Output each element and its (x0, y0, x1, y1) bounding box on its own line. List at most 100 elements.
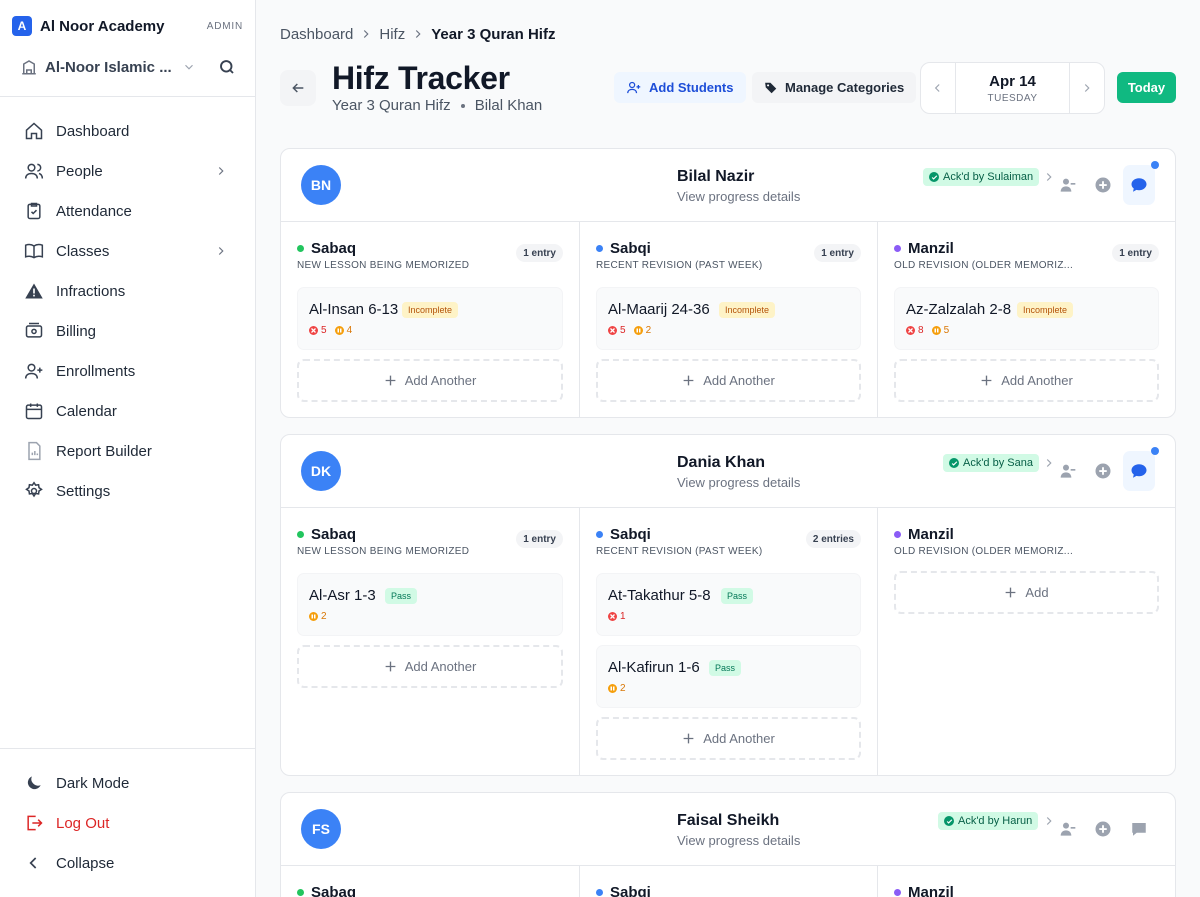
today-button[interactable]: Today (1117, 72, 1176, 103)
date-value: Apr 14 (989, 72, 1036, 90)
book-icon (24, 243, 44, 259)
category-column-sabqi: Sabqi RECENT REVISION (PAST WEEK) 1 entr… (579, 222, 877, 417)
view-progress-link[interactable]: View progress details (677, 189, 800, 204)
building-icon (22, 60, 36, 75)
comments-button[interactable] (1123, 165, 1155, 205)
sidebar-item-attendance[interactable]: Attendance (0, 191, 256, 231)
next-day-button[interactable] (1070, 63, 1104, 113)
sidebar-item-label: Dashboard (56, 122, 130, 140)
add-entry-button[interactable]: Add Another (596, 359, 861, 402)
chevron-right-icon[interactable] (1042, 170, 1056, 184)
user-minus-icon[interactable] (1059, 463, 1077, 479)
add-entry-button[interactable]: Add Another (894, 359, 1159, 402)
add-entry-button[interactable]: Add Another (596, 717, 861, 760)
user-minus-icon[interactable] (1059, 821, 1077, 837)
category-description: NEW LESSON BEING MEMORIZED (297, 260, 470, 271)
chevron-right-icon (416, 30, 421, 38)
sidebar-item-calendar[interactable]: Calendar (0, 391, 256, 431)
entry-count-badge: 1 entry (516, 244, 563, 262)
category-columns: Sabaq Sabqi Manzil (281, 866, 1175, 897)
student-name[interactable]: Bilal Nazir (677, 168, 754, 186)
entry-card[interactable]: Al-Kafirun 1-6 Pass 2 (596, 645, 861, 708)
plus-icon (683, 375, 694, 386)
entry-card[interactable]: Al-Insan 6-13 Incomplete 5 4 (297, 287, 563, 350)
category-column-sabaq: Sabaq NEW LESSON BEING MEMORIZED 1 entry… (281, 222, 579, 417)
separator-dot (460, 103, 465, 108)
entry-title: Al-Kafirun 1-6 (608, 659, 700, 676)
sidebar-item-report-builder[interactable]: Report Builder (0, 431, 256, 471)
collapse-button[interactable]: Collapse (0, 843, 256, 883)
sidebar-item-infractions[interactable]: Infractions (0, 271, 256, 311)
entry-card[interactable]: Az-Zalzalah 2-8 Incomplete 8 5 (894, 287, 1159, 350)
ack-label: Ack'd by Harun (958, 815, 1033, 827)
ack-badge: Ack'd by Harun (938, 812, 1039, 830)
dark-mode-label: Dark Mode (56, 774, 130, 792)
entry-metrics: 5 2 (608, 325, 651, 336)
category-title: Sabqi (610, 240, 651, 257)
entry-metrics: 5 4 (309, 325, 352, 336)
sidebar-item-label: Attendance (56, 202, 132, 220)
add-entry-button[interactable]: Add Another (297, 645, 563, 688)
view-progress-link[interactable]: View progress details (677, 833, 800, 848)
ack-label: Ack'd by Sana (963, 457, 1033, 469)
user-minus-icon[interactable] (1059, 177, 1077, 193)
errors-count: 8 (906, 325, 924, 336)
category-columns: Sabaq NEW LESSON BEING MEMORIZED 1 entry… (281, 508, 1175, 775)
sidebar-item-label: Report Builder (56, 442, 152, 460)
comments-button[interactable] (1123, 451, 1155, 491)
arrow-left-icon (292, 83, 304, 93)
org-selector[interactable]: Al-Noor Islamic ... (20, 56, 236, 78)
add-students-button[interactable]: Add Students (614, 72, 746, 103)
category-columns: Sabaq NEW LESSON BEING MEMORIZED 1 entry… (281, 222, 1175, 417)
breadcrumb-hifz[interactable]: Hifz (379, 26, 405, 43)
manage-categories-button[interactable]: Manage Categories (752, 72, 917, 103)
add-entry-label: Add Another (1001, 373, 1073, 388)
sidebar-item-dashboard[interactable]: Dashboard (0, 111, 256, 151)
add-entry-label: Add Another (404, 373, 477, 388)
back-button[interactable] (280, 70, 316, 106)
check-icon (944, 816, 954, 826)
pause-icon (309, 612, 318, 621)
student-name[interactable]: Faisal Sheikh (677, 812, 779, 830)
sidebar-item-settings[interactable]: Settings (0, 471, 256, 511)
entry-card[interactable]: Al-Maarij 24-36 Incomplete 5 2 (596, 287, 861, 350)
brand-name: Al Noor Academy (40, 17, 165, 35)
category-header: Sabaq (297, 882, 563, 897)
add-circle-icon[interactable] (1094, 462, 1112, 480)
category-dot (297, 889, 304, 896)
tags-icon (765, 82, 777, 93)
user-plus-icon (24, 363, 43, 379)
sidebar-item-people[interactable]: People (0, 151, 256, 191)
entry-card[interactable]: At-Takathur 5-8 Pass 1 (596, 573, 861, 636)
pause-icon (633, 326, 643, 335)
category-description: NEW LESSON BEING MEMORIZED (297, 546, 470, 557)
add-circle-icon[interactable] (1094, 820, 1112, 838)
add-circle-icon[interactable] (1094, 176, 1112, 194)
errors-count: 5 (309, 325, 327, 336)
chevron-right-icon[interactable] (1042, 814, 1056, 828)
comments-button[interactable] (1123, 809, 1155, 849)
status-badge: Incomplete (719, 302, 776, 318)
sidebar-item-billing[interactable]: Billing (0, 311, 256, 351)
add-entry-button[interactable]: Add (894, 571, 1159, 614)
logout-label: Log Out (56, 814, 110, 832)
prev-day-button[interactable] (921, 63, 955, 113)
date-navigator: Apr 14 TUESDAY (920, 62, 1105, 114)
sidebar-item-enrollments[interactable]: Enrollments (0, 351, 256, 391)
search-icon[interactable] (218, 58, 236, 76)
view-progress-link[interactable]: View progress details (677, 475, 800, 490)
logout-button[interactable]: Log Out (0, 803, 256, 843)
sidebar-item-classes[interactable]: Classes (0, 231, 256, 271)
add-entry-button[interactable]: Add Another (297, 359, 563, 402)
category-header: Manzil (894, 882, 1159, 897)
dark-mode-toggle[interactable]: Dark Mode (0, 763, 256, 803)
student-card-header: BN Bilal Nazir View progress details Ack… (281, 149, 1175, 222)
sidebar-divider (0, 748, 256, 749)
student-name[interactable]: Dania Khan (677, 454, 765, 472)
chevron-right-icon[interactable] (1042, 456, 1056, 470)
breadcrumb-current: Year 3 Quran Hifz (431, 25, 556, 43)
entry-title: Al-Insan 6-13 (309, 301, 399, 318)
entry-card[interactable]: Al-Asr 1-3 Pass 2 (297, 573, 563, 636)
date-display[interactable]: Apr 14 TUESDAY (955, 63, 1070, 113)
breadcrumb-dashboard[interactable]: Dashboard (280, 26, 353, 43)
